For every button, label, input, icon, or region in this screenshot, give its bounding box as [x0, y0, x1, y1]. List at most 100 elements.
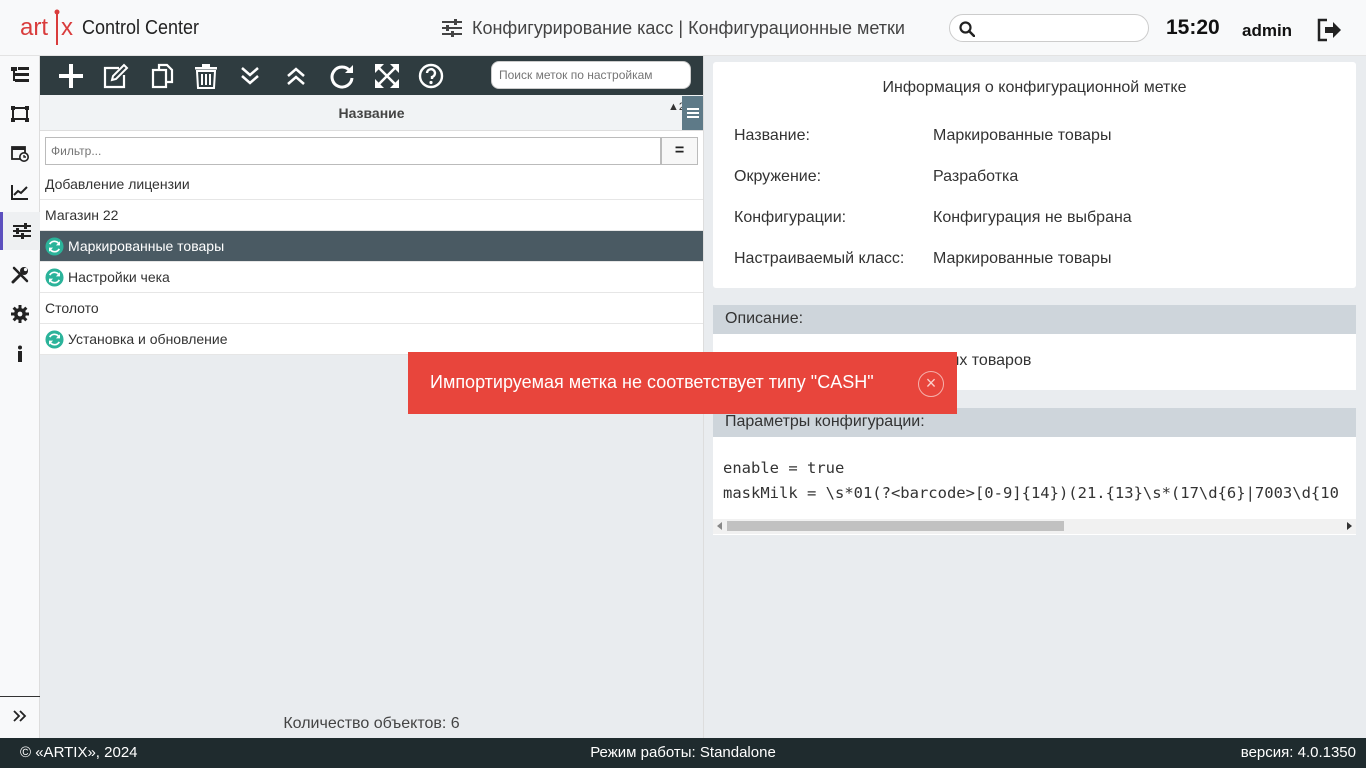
list-item[interactable]: Добавление лицензии	[40, 169, 703, 200]
nav-calendar-clock-icon[interactable]	[0, 134, 40, 172]
tree-icon	[11, 67, 29, 82]
chart-icon	[11, 185, 28, 200]
list-item-label: Столото	[45, 300, 99, 316]
user-name[interactable]: admin	[1242, 21, 1292, 41]
list-item-label: Магазин 22	[45, 207, 119, 223]
column-menu-button[interactable]	[682, 96, 703, 130]
filter-field[interactable]	[45, 137, 661, 165]
add-button[interactable]	[54, 60, 88, 92]
edit-button[interactable]	[99, 60, 133, 92]
search-icon	[959, 21, 975, 37]
global-search[interactable]	[949, 14, 1149, 42]
app-name: Control Center	[82, 16, 200, 39]
labels-search-input[interactable]	[499, 68, 685, 82]
sync-icon	[45, 329, 64, 349]
object-count: Количество объектов: 6	[283, 715, 460, 732]
edit-icon	[103, 63, 129, 89]
terminal-icon	[11, 106, 29, 122]
footer: © «ARTIX», 2024 Режим работы: Standalone…	[0, 738, 1366, 768]
labels-list: Добавление лицензии Магазин 22 Маркирова…	[40, 169, 703, 355]
svg-text:x: x	[61, 14, 73, 41]
params-horizontal-scrollbar[interactable]	[713, 519, 1356, 534]
double-chevron-up-icon	[287, 67, 305, 85]
artix-logo-mark: art x	[20, 9, 73, 45]
info-value-name: Маркированные товары	[933, 127, 1112, 144]
scroll-thumb[interactable]	[727, 521, 1064, 531]
params-text: enable = true maskMilk = \s*01(?<barcode…	[723, 459, 1339, 502]
tools-icon	[11, 266, 29, 284]
list-item[interactable]: Магазин 22	[40, 200, 703, 231]
list-item-label: Добавление лицензии	[45, 176, 190, 192]
expand-arrows-icon	[375, 64, 399, 88]
nav-sliders-icon[interactable]	[0, 212, 40, 250]
list-item-label: Установка и обновление	[68, 331, 228, 347]
list-toolbar	[40, 56, 703, 95]
footer-version: версия: 4.0.1350	[1240, 744, 1356, 761]
nav-chart-icon[interactable]	[0, 173, 40, 211]
toast-close-button[interactable]: ×	[918, 371, 944, 397]
sliders-icon	[12, 223, 31, 239]
nav-info-icon[interactable]	[0, 335, 40, 373]
sliders-icon	[442, 19, 462, 37]
nav-tools-icon[interactable]	[0, 256, 40, 294]
fullscreen-button[interactable]	[370, 60, 404, 92]
menu-icon	[686, 108, 699, 118]
nav-expand-button[interactable]	[0, 696, 40, 734]
copy-icon	[151, 63, 174, 89]
filter-mode-button[interactable]: =	[661, 137, 698, 165]
labels-search[interactable]	[491, 61, 691, 89]
info-label-class: Настраиваемый класс:	[734, 250, 905, 267]
refresh-button[interactable]	[325, 60, 359, 92]
plus-icon	[59, 64, 83, 88]
nav-terminal-icon[interactable]	[0, 95, 40, 133]
gear-icon	[11, 305, 29, 323]
question-circle-icon	[418, 63, 444, 89]
svg-text:art: art	[20, 14, 48, 41]
scroll-left-icon[interactable]	[717, 522, 722, 530]
info-title: Информация о конфигурационной метке	[882, 79, 1187, 96]
delete-button[interactable]	[189, 60, 223, 92]
info-icon	[18, 345, 22, 362]
sync-icon	[45, 236, 64, 256]
artix-logo[interactable]: art x Control Center	[20, 9, 212, 47]
left-nav	[0, 56, 40, 738]
error-toast: Импортируемая метка не соответствует тип…	[408, 352, 957, 414]
list-item[interactable]: Установка и обновление	[40, 324, 703, 355]
description-header: Описание:	[713, 305, 1356, 334]
page-title: Конфигурирование касс | Конфигурационные…	[442, 16, 905, 40]
collapse-all-button[interactable]	[279, 60, 313, 92]
trash-icon	[195, 64, 217, 89]
info-label-name: Название:	[734, 127, 810, 144]
toast-message: Импортируемая метка не соответствует тип…	[430, 372, 874, 392]
info-label-environment: Окружение:	[734, 168, 822, 185]
filter-input[interactable]	[51, 144, 651, 158]
list-item[interactable]: Столото	[40, 293, 703, 324]
global-search-input[interactable]	[982, 19, 1142, 37]
double-chevron-down-icon	[241, 67, 259, 85]
info-value-environment: Разработка	[933, 168, 1019, 185]
logout-icon[interactable]	[1316, 18, 1342, 42]
double-chevron-right-icon	[13, 709, 27, 722]
label-info-card: Информация о конфигурационной метке Назв…	[713, 62, 1356, 288]
footer-mode: Режим работы: Standalone	[590, 744, 776, 761]
list-item-label: Настройки чека	[68, 269, 170, 285]
expand-all-button[interactable]	[233, 60, 267, 92]
nav-gear-icon[interactable]	[0, 295, 40, 333]
header: art x Control Center Конфигурирование ка…	[0, 0, 1366, 56]
info-label-configurations: Конфигурации:	[734, 209, 847, 226]
page-title-text: Конфигурирование касс | Конфигурационные…	[472, 17, 905, 38]
clock: 15:20	[1166, 16, 1220, 39]
sync-icon	[45, 267, 64, 287]
list-item[interactable]: Маркированные товары	[40, 231, 703, 262]
copy-button[interactable]	[146, 60, 180, 92]
filter-row: =	[40, 131, 703, 169]
refresh-icon	[330, 65, 354, 89]
list-item-label: Маркированные товары	[68, 238, 225, 254]
help-button[interactable]	[414, 60, 448, 92]
column-header[interactable]: Название ▲2	[40, 95, 703, 131]
info-value-class: Маркированные товары	[933, 250, 1112, 267]
list-item[interactable]: Настройки чека	[40, 262, 703, 293]
column-title: Название	[338, 105, 405, 121]
nav-tree-icon[interactable]	[0, 56, 40, 94]
scroll-right-icon[interactable]	[1347, 522, 1352, 530]
